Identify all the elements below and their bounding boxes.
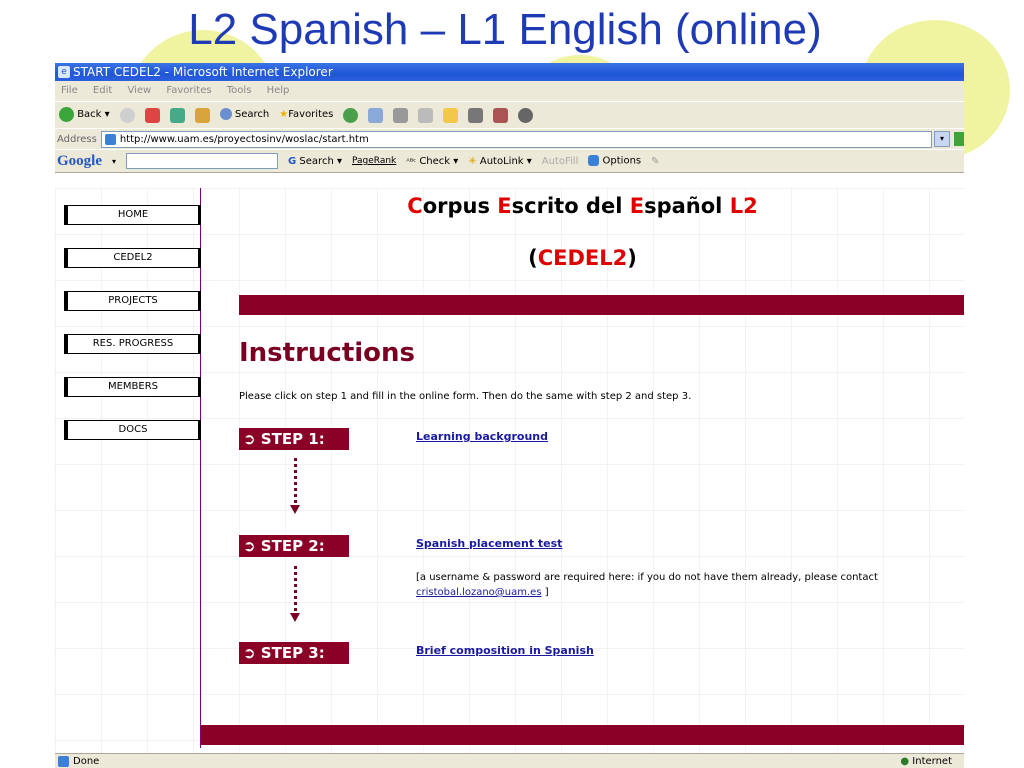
- slide-title: L2 Spanish – L1 English (online): [188, 5, 822, 54]
- nav-cedel2[interactable]: CEDEL2: [64, 248, 201, 268]
- footer-band: [201, 725, 964, 745]
- menu-bar: File Edit View Favorites Tools Help: [55, 81, 964, 101]
- nav-projects[interactable]: PROJECTS: [64, 291, 201, 311]
- options-icon: [588, 155, 600, 167]
- toolbar-extra-icon[interactable]: [493, 107, 509, 123]
- nav-docs[interactable]: DOCS: [64, 420, 201, 440]
- ie-icon: e: [58, 66, 70, 78]
- step-3-label: ➲ STEP 3:: [239, 642, 349, 664]
- stop-icon[interactable]: [144, 107, 160, 123]
- browser-window: e START CEDEL2 - Microsoft Internet Expl…: [55, 63, 964, 768]
- pagerank-indicator[interactable]: PageRank: [352, 156, 396, 166]
- menu-help[interactable]: Help: [267, 85, 290, 96]
- address-label: Address: [57, 133, 97, 145]
- folder-icon[interactable]: [443, 107, 459, 123]
- menu-file[interactable]: File: [61, 85, 78, 96]
- star-icon: ★: [279, 109, 289, 120]
- google-toolbar: Google ▾ G Search ▾ PageRank ᴬᴮᶜ Check ▾ …: [55, 149, 964, 173]
- refresh-icon[interactable]: [169, 107, 185, 123]
- forward-arrow-icon[interactable]: [119, 107, 135, 123]
- window-title-bar[interactable]: e START CEDEL2 - Microsoft Internet Expl…: [55, 63, 964, 81]
- google-logo[interactable]: Google: [57, 153, 102, 170]
- go-icon[interactable]: [954, 132, 964, 146]
- menu-edit[interactable]: Edit: [93, 85, 112, 96]
- globe-icon: ●: [900, 756, 910, 767]
- site-heading: Corpus Escrito del Español L2: [407, 194, 758, 218]
- spell-check-button[interactable]: ᴬᴮᶜ Check ▾: [406, 156, 458, 167]
- contact-email-link[interactable]: cristobal.lozano@uam.es: [416, 587, 542, 598]
- nav-home[interactable]: HOME: [64, 205, 201, 225]
- mail-icon[interactable]: [368, 107, 384, 123]
- site-nav: HOME CEDEL2 PROJECTS RES. PROGRESS MEMBE…: [55, 188, 201, 748]
- standard-toolbar: Back ▾ Search ★Favorites: [55, 101, 964, 128]
- step-1-label: ➲ STEP 1:: [239, 428, 349, 450]
- instructions-text: Please click on step 1 and fill in the o…: [239, 391, 692, 402]
- page-status-icon: [58, 756, 69, 767]
- abc-check-icon: ᴬᴮᶜ: [406, 156, 417, 166]
- options-button[interactable]: Options: [588, 155, 641, 167]
- toolbar-extra-icon[interactable]: [518, 107, 534, 123]
- search-button[interactable]: Search: [219, 102, 269, 128]
- status-bar: Done ● Internet: [55, 753, 964, 768]
- back-arrow-icon: [59, 106, 74, 122]
- site-acronym: (CEDEL2): [528, 246, 637, 270]
- address-bar: Address http://www.uam.es/proyectosinv/w…: [55, 128, 964, 149]
- step-connector: [294, 566, 301, 611]
- menu-tools[interactable]: Tools: [227, 85, 252, 96]
- menu-view[interactable]: View: [127, 85, 151, 96]
- login-note: [a username & password are required here…: [416, 572, 878, 598]
- google-menu-chevron-icon[interactable]: ▾: [112, 157, 116, 166]
- page-icon: [104, 133, 116, 145]
- page-content: HOME CEDEL2 PROJECTS RES. PROGRESS MEMBE…: [55, 188, 964, 753]
- print-icon[interactable]: [393, 107, 409, 123]
- google-g-icon: G: [288, 155, 297, 167]
- step-1-link[interactable]: Learning background: [416, 430, 548, 443]
- window-title: START CEDEL2 - Microsoft Internet Explor…: [73, 65, 333, 79]
- autolink-icon: ✳: [468, 155, 477, 167]
- arrow-down-icon: [290, 505, 300, 514]
- instructions-title: Instructions: [239, 338, 416, 368]
- google-search-input[interactable]: [126, 153, 279, 169]
- address-dropdown-icon[interactable]: ▾: [934, 131, 950, 147]
- main-panel: Corpus Escrito del Español L2 (CEDEL2) I…: [201, 188, 964, 753]
- google-search-button[interactable]: G Search ▾: [288, 156, 342, 167]
- edit-icon[interactable]: [418, 107, 434, 123]
- status-text: Done: [73, 756, 100, 767]
- autofill-button[interactable]: AutoFill: [542, 156, 579, 167]
- autolink-button[interactable]: ✳ AutoLink ▾: [468, 156, 531, 167]
- menu-favorites[interactable]: Favorites: [166, 85, 211, 96]
- pencil-icon[interactable]: ✎: [651, 156, 659, 167]
- nav-members[interactable]: MEMBERS: [64, 377, 201, 397]
- history-icon[interactable]: [343, 107, 359, 123]
- header-band: [239, 295, 964, 315]
- step-connector: [294, 458, 301, 503]
- toolbar-extra-icon[interactable]: [468, 107, 484, 123]
- home-icon[interactable]: [194, 107, 210, 123]
- nav-res-progress[interactable]: RES. PROGRESS: [64, 334, 201, 354]
- favorites-button[interactable]: ★Favorites: [279, 102, 333, 128]
- security-zone: ● Internet: [900, 756, 952, 767]
- step-2-label: ➲ STEP 2:: [239, 535, 349, 557]
- step-2-link[interactable]: Spanish placement test: [416, 537, 562, 550]
- arrow-down-icon: [290, 613, 300, 622]
- search-icon: [219, 108, 232, 120]
- address-field[interactable]: http://www.uam.es/proyectosinv/woslac/st…: [100, 130, 932, 148]
- step-3-link[interactable]: Brief composition in Spanish: [416, 644, 594, 657]
- address-url: http://www.uam.es/proyectosinv/woslac/st…: [119, 133, 369, 145]
- back-button[interactable]: Back ▾: [59, 102, 110, 128]
